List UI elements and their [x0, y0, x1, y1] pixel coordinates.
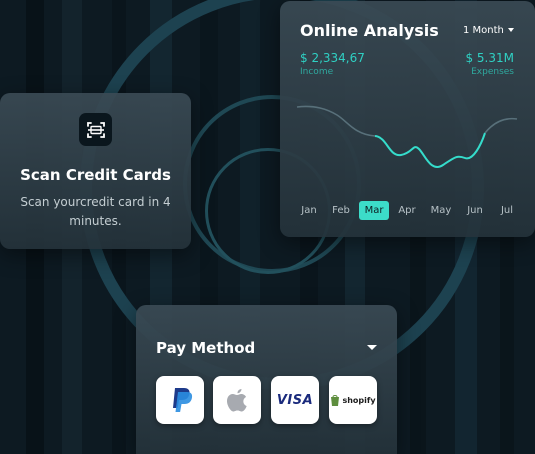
analysis-title: Online Analysis — [300, 21, 439, 40]
scan-card-description: Scan yourcredit card in 4 minutes. — [20, 195, 171, 228]
scan-card-title: Scan Credit Cards — [20, 166, 171, 184]
pay-method-dropdown-icon[interactable] — [366, 344, 378, 352]
period-dropdown[interactable]: 1 Month — [463, 25, 514, 36]
apple-pay-option[interactable] — [213, 376, 261, 424]
trend-line-active — [374, 132, 486, 168]
shopify-label: shopify — [342, 395, 376, 405]
trend-line-future — [484, 117, 518, 134]
month-apr[interactable]: Apr — [392, 205, 422, 216]
visa-option[interactable]: VISA — [271, 376, 319, 424]
scan-card-icon[interactable] — [79, 113, 112, 146]
chevron-down-icon — [507, 28, 514, 32]
shopify-icon — [331, 395, 340, 406]
expenses-value: $ 5.31M — [465, 51, 514, 65]
period-label: 1 Month — [463, 25, 504, 36]
income-value: $ 2,334,67 — [300, 51, 365, 65]
month-may[interactable]: May — [426, 205, 456, 216]
month-jul[interactable]: Jul — [492, 205, 522, 216]
shopify-option[interactable]: shopify — [329, 376, 377, 424]
paypal-icon — [173, 388, 193, 412]
pay-method-title: Pay Method — [156, 339, 256, 357]
month-mar[interactable]: Mar — [359, 201, 389, 220]
apple-icon — [227, 389, 247, 412]
visa-icon: VISA — [276, 392, 314, 408]
trend-line-past — [296, 105, 376, 137]
paypal-option[interactable] — [156, 376, 204, 424]
income-label: Income — [300, 67, 334, 77]
trend-line-chart — [296, 105, 518, 168]
month-jun[interactable]: Jun — [460, 205, 490, 216]
expenses-label: Expenses — [471, 67, 514, 77]
month-jan[interactable]: Jan — [294, 205, 324, 216]
month-feb[interactable]: Feb — [326, 205, 356, 216]
